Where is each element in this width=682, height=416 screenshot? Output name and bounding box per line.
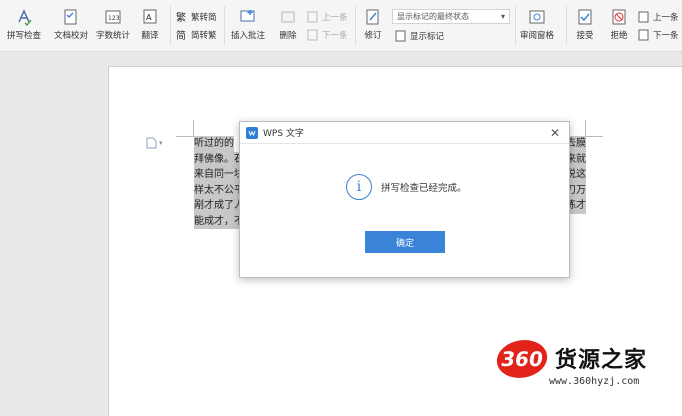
next-change-icon bbox=[638, 29, 649, 41]
comment-icon bbox=[240, 10, 255, 22]
word-count-label: 字数统计 bbox=[95, 31, 130, 41]
dialog-title: WPS 文字 bbox=[263, 129, 304, 139]
delete-comment-icon bbox=[281, 11, 295, 23]
next-comment-button[interactable]: 下一条 bbox=[307, 29, 348, 41]
track-changes-button[interactable]: 修订 bbox=[359, 0, 387, 41]
delete-comment-button[interactable]: 删除 bbox=[274, 0, 302, 41]
reject-button[interactable]: 拒绝 bbox=[604, 0, 634, 41]
delete-label: 删除 bbox=[279, 31, 297, 41]
accept-label: 接受 bbox=[576, 31, 594, 41]
ok-button[interactable]: 确定 bbox=[365, 231, 445, 253]
dialog-titlebar[interactable]: WPS 文字 ✕ bbox=[240, 122, 569, 144]
spell-check-button[interactable]: 拼写检查 bbox=[2, 0, 46, 41]
prev-icon bbox=[307, 11, 318, 23]
show-markup-icon bbox=[395, 30, 406, 42]
review-ribbon: 拼写检查 文档校对 123 字数统计 A 翻译 繁 繁转简 简 简转繁 插入批注… bbox=[0, 0, 682, 52]
dialog-message: i 拼写检查已经完成。 bbox=[346, 174, 467, 200]
close-icon[interactable]: ✕ bbox=[550, 126, 560, 140]
review-pane-icon bbox=[529, 10, 545, 24]
accept-button[interactable]: 接受 bbox=[570, 0, 600, 41]
insert-comment-label: 插入批注 bbox=[230, 31, 265, 41]
svg-text:123: 123 bbox=[108, 15, 120, 22]
watermark-name: 货源之家 bbox=[555, 348, 648, 373]
svg-text:简: 简 bbox=[176, 29, 186, 41]
margin-mark bbox=[193, 120, 194, 136]
margin-mark bbox=[585, 136, 603, 137]
next-change-button[interactable]: 下一条 bbox=[638, 29, 679, 41]
show-markup-button[interactable]: 显示标记 bbox=[395, 30, 444, 42]
translate-label: 翻译 bbox=[141, 31, 159, 41]
spell-check-label: 拼写检查 bbox=[6, 31, 41, 41]
translate-icon: A bbox=[143, 9, 157, 24]
margin-mark bbox=[585, 120, 586, 136]
insert-comment-button[interactable]: 插入批注 bbox=[228, 0, 268, 41]
watermark-badge: 360 bbox=[494, 340, 550, 378]
divider bbox=[355, 6, 356, 44]
translate-button[interactable]: A 翻译 bbox=[136, 0, 164, 41]
dialog-message-text: 拼写检查已经完成。 bbox=[381, 183, 467, 194]
svg-text:A: A bbox=[146, 13, 152, 22]
review-pane-label: 审阅窗格 bbox=[519, 31, 554, 41]
word-count-button[interactable]: 123 字数统计 bbox=[94, 0, 132, 41]
doc-proof-icon bbox=[64, 9, 77, 25]
svg-text:繁: 繁 bbox=[176, 11, 186, 23]
reject-icon bbox=[612, 9, 626, 25]
divider bbox=[224, 6, 225, 44]
spell-check-dialog: WPS 文字 ✕ i 拼写检查已经完成。 确定 bbox=[239, 121, 570, 278]
prev-change-icon bbox=[638, 11, 649, 23]
info-icon: i bbox=[346, 174, 372, 200]
wps-logo-icon bbox=[246, 126, 258, 139]
track-changes-icon bbox=[366, 9, 379, 25]
word-count-icon: 123 bbox=[105, 10, 121, 24]
prev-comment-button[interactable]: 上一条 bbox=[307, 11, 348, 23]
margin-mark bbox=[176, 136, 194, 137]
simp-trad-button[interactable]: 简 简转繁 bbox=[176, 29, 217, 41]
simp-trad-icon: 简 bbox=[176, 29, 186, 41]
chevron-down-icon: ▾ bbox=[500, 12, 505, 21]
review-pane-button[interactable]: 审阅窗格 bbox=[515, 0, 559, 41]
watermark: 360 货源之家 www.360hyzj.com bbox=[494, 340, 677, 400]
spell-check-icon bbox=[18, 9, 32, 26]
trad-simp-button[interactable]: 繁 繁转简 bbox=[176, 11, 217, 23]
reject-label: 拒绝 bbox=[610, 31, 628, 41]
doc-proof-label: 文档校对 bbox=[53, 31, 88, 41]
divider bbox=[566, 6, 567, 44]
doc-proof-button[interactable]: 文档校对 bbox=[51, 0, 91, 41]
trad-simp-icon: 繁 bbox=[176, 11, 186, 23]
accept-icon bbox=[578, 9, 592, 25]
divider bbox=[170, 6, 171, 44]
prev-change-button[interactable]: 上一条 bbox=[638, 11, 679, 23]
next-icon bbox=[307, 29, 318, 41]
watermark-url: www.360hyzj.com bbox=[549, 376, 640, 387]
markup-state-select[interactable]: 显示标记的最终状态 ▾ bbox=[392, 9, 510, 24]
track-changes-label: 修订 bbox=[364, 31, 382, 41]
paragraph-menu-icon[interactable]: ▾ bbox=[146, 137, 168, 149]
